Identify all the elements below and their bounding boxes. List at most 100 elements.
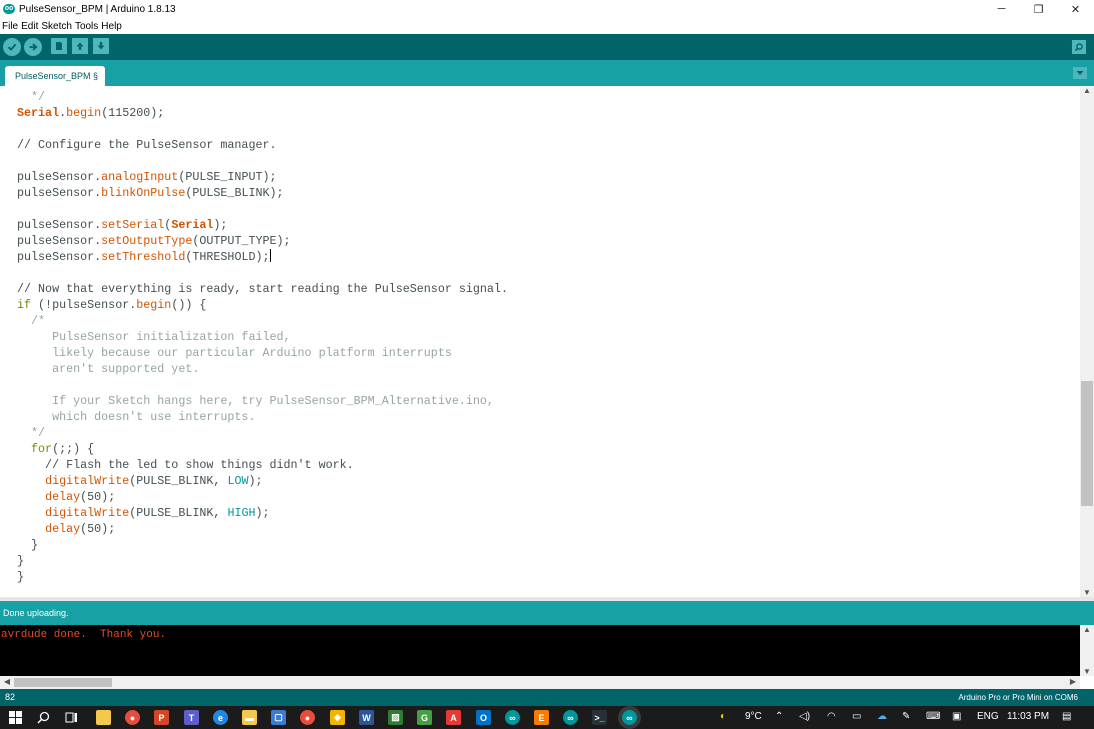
tray-chevron-up-icon[interactable]: ⌃	[775, 711, 783, 722]
taskbar-acrobat-icon[interactable]: A	[446, 710, 461, 725]
code-line[interactable]	[17, 201, 508, 217]
taskbar-explorer-icon[interactable]: ▬	[242, 710, 257, 725]
code-line[interactable]: }	[17, 569, 508, 585]
code-line[interactable]	[17, 265, 508, 281]
display-icon[interactable]: ▣	[952, 711, 961, 722]
taskbar-powerpoint-icon[interactable]: P	[154, 710, 169, 725]
console-scroll-up-icon[interactable]: ▲	[1080, 625, 1094, 634]
taskbar-arduino-icon[interactable]: ∞	[563, 710, 578, 725]
minimize-button[interactable]: ─	[983, 0, 1020, 18]
restore-button[interactable]: ❐	[1020, 0, 1057, 18]
pen-icon[interactable]: ✎	[902, 711, 910, 722]
close-button[interactable]: ✕	[1057, 0, 1094, 18]
serial-monitor-button[interactable]	[1072, 40, 1086, 54]
code-line[interactable]: }	[17, 553, 508, 569]
console-scrollbar[interactable]: ▲ ▼	[1080, 625, 1094, 676]
code-line[interactable]: likely because our particular Arduino pl…	[17, 345, 508, 361]
code-line[interactable]: PulseSensor initialization failed,	[17, 329, 508, 345]
taskbar-git-icon[interactable]: ◆	[330, 710, 345, 725]
menu-file[interactable]: File	[2, 21, 18, 32]
code-line[interactable]: for(;;) {	[17, 441, 508, 457]
code-line[interactable]: Serial.begin(115200);	[17, 105, 508, 121]
code-line[interactable]	[17, 121, 508, 137]
code-line[interactable]: pulseSensor.blinkOnPulse(PULSE_BLINK);	[17, 185, 508, 201]
weather-icon[interactable]: ◐	[720, 711, 726, 722]
menu-edit[interactable]: Edit	[21, 21, 38, 32]
console-scroll-down-icon[interactable]: ▼	[1080, 667, 1094, 676]
code-line[interactable]: if (!pulseSensor.begin()) {	[17, 297, 508, 313]
console-horizontal-scrollbar[interactable]: ◀ ▶	[0, 676, 1080, 689]
code-line[interactable]: */	[17, 425, 508, 441]
horizontal-scroll-thumb[interactable]	[14, 678, 112, 687]
console-output[interactable]: avrdude done. Thank you.	[0, 625, 1080, 676]
save-button[interactable]	[93, 38, 109, 54]
taskbar-file-explorer-icon[interactable]	[96, 710, 111, 725]
code-line[interactable]: /*	[17, 313, 508, 329]
cloud-icon[interactable]: ☁	[877, 711, 887, 722]
code-line[interactable]: digitalWrite(PULSE_BLINK, LOW);	[17, 473, 508, 489]
battery-icon[interactable]: ▭	[852, 711, 861, 722]
editor-scroll-thumb[interactable]	[1081, 381, 1093, 506]
menu-tools[interactable]: Tools	[75, 21, 98, 32]
weather-temp[interactable]: 9°C	[745, 711, 762, 722]
code-token: (50);	[80, 522, 116, 536]
menu-sketch[interactable]: Sketch	[41, 21, 72, 32]
taskbar-word-icon[interactable]: W	[359, 710, 374, 725]
language-indicator[interactable]: ENG	[977, 711, 999, 722]
taskbar-edge-icon[interactable]: e	[213, 710, 228, 725]
task-view-icon[interactable]	[64, 710, 79, 725]
code-line[interactable]: // Configure the PulseSensor manager.	[17, 137, 508, 153]
code-line[interactable]: delay(50);	[17, 521, 508, 537]
code-line[interactable]	[17, 153, 508, 169]
code-token: setOutputType	[101, 234, 193, 248]
taskbar-photos-icon[interactable]: ▨	[388, 710, 403, 725]
scroll-down-icon[interactable]: ▼	[1080, 588, 1094, 597]
taskbar-app-green-icon[interactable]: G	[417, 710, 432, 725]
code-line[interactable]: aren't supported yet.	[17, 361, 508, 377]
code-line[interactable]: */	[17, 89, 508, 105]
clock-time[interactable]: 11:03 PM	[1007, 711, 1049, 722]
taskbar-chrome-icon[interactable]: ●	[125, 710, 140, 725]
taskbar-outlook-icon[interactable]: O	[476, 710, 491, 725]
taskbar-arduino-active-icon[interactable]: ∞	[622, 710, 637, 725]
code-editor[interactable]: */Serial.begin(115200);// Configure the …	[0, 86, 1080, 597]
code-line[interactable]: delay(50);	[17, 489, 508, 505]
keyboard-icon[interactable]: ⌨	[926, 711, 940, 722]
code-line[interactable]: // Now that everything is ready, start r…	[17, 281, 508, 297]
taskbar-e-app-icon[interactable]: E	[534, 710, 549, 725]
taskbar-teams-icon[interactable]: T	[184, 710, 199, 725]
tab-pulsesensor-bpm[interactable]: PulseSensor_BPM §	[5, 66, 106, 86]
taskbar-chrome-icon[interactable]: ●	[300, 710, 315, 725]
upload-button[interactable]	[24, 38, 42, 56]
search-icon[interactable]	[36, 710, 51, 725]
code-token: likely because our particular Arduino pl…	[17, 346, 452, 360]
code-token: (115200);	[101, 106, 165, 120]
code-line[interactable]: pulseSensor.setThreshold(THRESHOLD);	[17, 249, 508, 265]
code-line[interactable]: which doesn't use interrupts.	[17, 409, 508, 425]
menu-help[interactable]: Help	[101, 21, 122, 32]
code-area[interactable]: */Serial.begin(115200);// Configure the …	[17, 89, 508, 585]
new-button[interactable]	[51, 38, 67, 54]
code-line[interactable]: }	[17, 537, 508, 553]
editor-scrollbar[interactable]: ▲ ▼	[1080, 86, 1094, 597]
windows-start-icon[interactable]	[8, 710, 23, 725]
code-line[interactable]: // Flash the led to show things didn't w…	[17, 457, 508, 473]
tab-menu-button[interactable]	[1073, 67, 1087, 79]
taskbar-terminal-icon[interactable]: >_	[592, 710, 607, 725]
notifications-icon[interactable]: ▤	[1062, 711, 1071, 722]
code-line[interactable]: pulseSensor.setSerial(Serial);	[17, 217, 508, 233]
scroll-right-icon[interactable]: ▶	[1066, 677, 1080, 686]
code-line[interactable]	[17, 377, 508, 393]
open-button[interactable]	[72, 38, 88, 54]
taskbar-arduino-icon[interactable]: ∞	[505, 710, 520, 725]
code-line[interactable]: digitalWrite(PULSE_BLINK, HIGH);	[17, 505, 508, 521]
code-line[interactable]: pulseSensor.analogInput(PULSE_INPUT);	[17, 169, 508, 185]
verify-button[interactable]	[3, 38, 21, 56]
code-line[interactable]: If your Sketch hangs here, try PulseSens…	[17, 393, 508, 409]
scroll-up-icon[interactable]: ▲	[1080, 86, 1094, 95]
taskbar-store-icon[interactable]: ▢	[271, 710, 286, 725]
wifi-icon[interactable]: ◠	[827, 711, 836, 722]
volume-icon[interactable]: ◁)	[799, 711, 810, 722]
code-line[interactable]: pulseSensor.setOutputType(OUTPUT_TYPE);	[17, 233, 508, 249]
scroll-left-icon[interactable]: ◀	[0, 677, 14, 686]
